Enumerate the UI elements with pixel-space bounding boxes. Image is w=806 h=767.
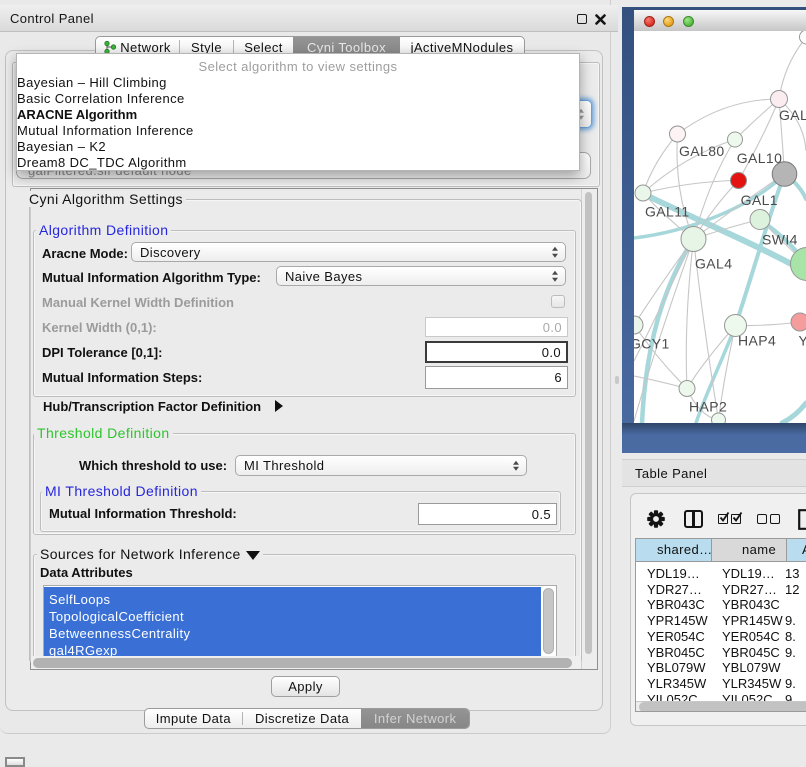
svg-text:GAL80: GAL80	[679, 143, 725, 159]
svg-text:GAL10: GAL10	[737, 150, 783, 166]
svg-text:GAL1: GAL1	[741, 192, 778, 208]
svg-text:SWI4: SWI4	[762, 232, 798, 248]
svg-text:Y: Y	[799, 333, 806, 349]
svg-text:HAP4: HAP4	[738, 333, 776, 349]
svg-text:GCY1: GCY1	[634, 336, 670, 352]
svg-text:GAL11: GAL11	[645, 204, 690, 220]
svg-text:GAL4: GAL4	[695, 256, 732, 272]
svg-text:HAP2: HAP2	[689, 399, 727, 415]
svg-text:GAL80: GAL80	[779, 107, 806, 123]
